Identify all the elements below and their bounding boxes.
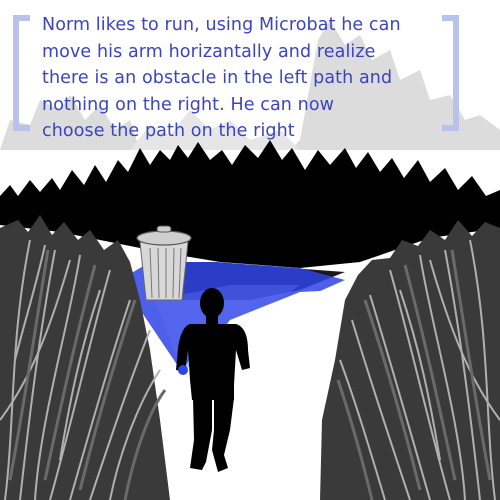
story-caption: Norm likes to run, using Microbat he can… xyxy=(42,12,442,145)
caption-line-1: Norm likes to run, using Microbat he can xyxy=(42,15,401,35)
caption-line-5: choose the path on the right xyxy=(42,121,295,141)
caption-line-2: move his arm horizantally and realize xyxy=(42,41,376,62)
caption-left-bracket xyxy=(13,15,30,131)
trash-can-icon xyxy=(136,225,192,301)
microbat-device-icon xyxy=(178,365,188,375)
caption-line-3: there is an obstacle in the left path an… xyxy=(42,68,393,88)
caption-line-4: nothing on the right. He can now xyxy=(42,94,335,115)
